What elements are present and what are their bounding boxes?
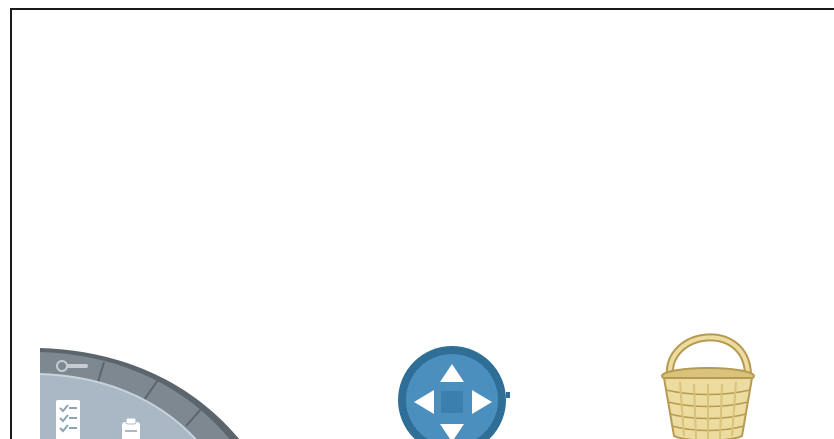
app-canvas: [0, 0, 834, 439]
move-arrows-icon[interactable]: [398, 346, 512, 439]
basket[interactable]: [656, 320, 760, 439]
checklist-icon[interactable]: [54, 398, 82, 439]
radial-menu[interactable]: [39, 344, 260, 439]
notes-icon[interactable]: [120, 417, 142, 439]
navigation-pad[interactable]: [398, 346, 512, 439]
wicker-basket-icon[interactable]: [656, 320, 760, 439]
wrench-icon[interactable]: [56, 358, 90, 379]
